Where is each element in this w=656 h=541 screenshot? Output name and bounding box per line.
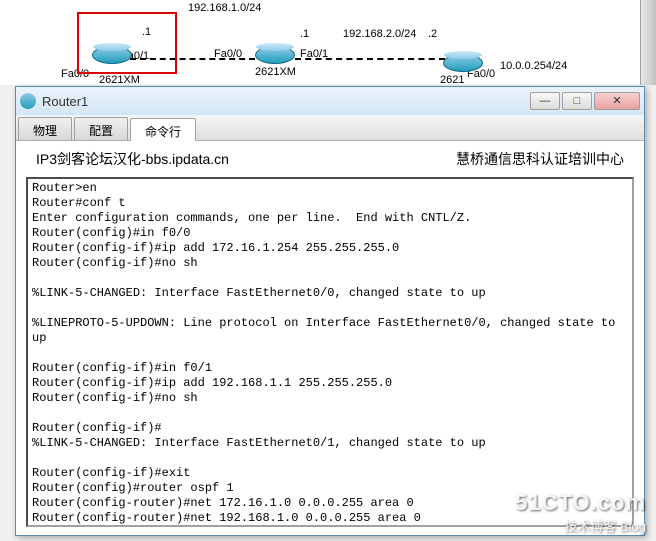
tab-bar: 物理 配置 命令行 xyxy=(16,115,644,141)
tab-config[interactable]: 配置 xyxy=(74,117,128,140)
cli-terminal[interactable]: Router>en Router#conf t Enter configurat… xyxy=(26,177,634,527)
selection-box xyxy=(77,12,177,74)
router-icon[interactable] xyxy=(255,46,295,64)
host-label: .1 xyxy=(300,28,309,40)
network-label: 192.168.2.0/24 xyxy=(343,28,416,40)
network-topology: 192.168.1.0/24 192.168.2.0/24 10.0.0.254… xyxy=(0,0,656,85)
router-config-window: Router1 — □ ✕ 物理 配置 命令行 IP3剑客论坛汉化-bbs.ip… xyxy=(15,86,645,536)
tab-cli[interactable]: 命令行 xyxy=(130,118,196,141)
network-label: 192.168.1.0/24 xyxy=(188,2,261,14)
banner: IP3剑客论坛汉化-bbs.ipdata.cn 慧桥通信思科认证培训中心 xyxy=(16,141,644,177)
maximize-button[interactable]: □ xyxy=(562,92,592,110)
tab-physical[interactable]: 物理 xyxy=(18,117,72,140)
model-label: 2621 xyxy=(440,74,464,86)
banner-right: 慧桥通信思科认证培训中心 xyxy=(456,149,624,169)
model-label: 2621XM xyxy=(99,74,140,86)
window-title: Router1 xyxy=(42,94,88,109)
router-icon[interactable] xyxy=(443,54,483,72)
link-wire xyxy=(295,58,445,60)
titlebar[interactable]: Router1 — □ ✕ xyxy=(16,87,644,115)
app-icon xyxy=(20,93,36,109)
minimize-button[interactable]: — xyxy=(530,92,560,110)
model-label: 2621XM xyxy=(255,66,296,78)
close-button[interactable]: ✕ xyxy=(594,92,640,110)
scrollbar[interactable] xyxy=(640,0,656,85)
banner-left: IP3剑客论坛汉化-bbs.ipdata.cn xyxy=(36,149,229,169)
network-label: 10.0.0.254/24 xyxy=(500,60,567,72)
host-label: .2 xyxy=(428,28,437,40)
